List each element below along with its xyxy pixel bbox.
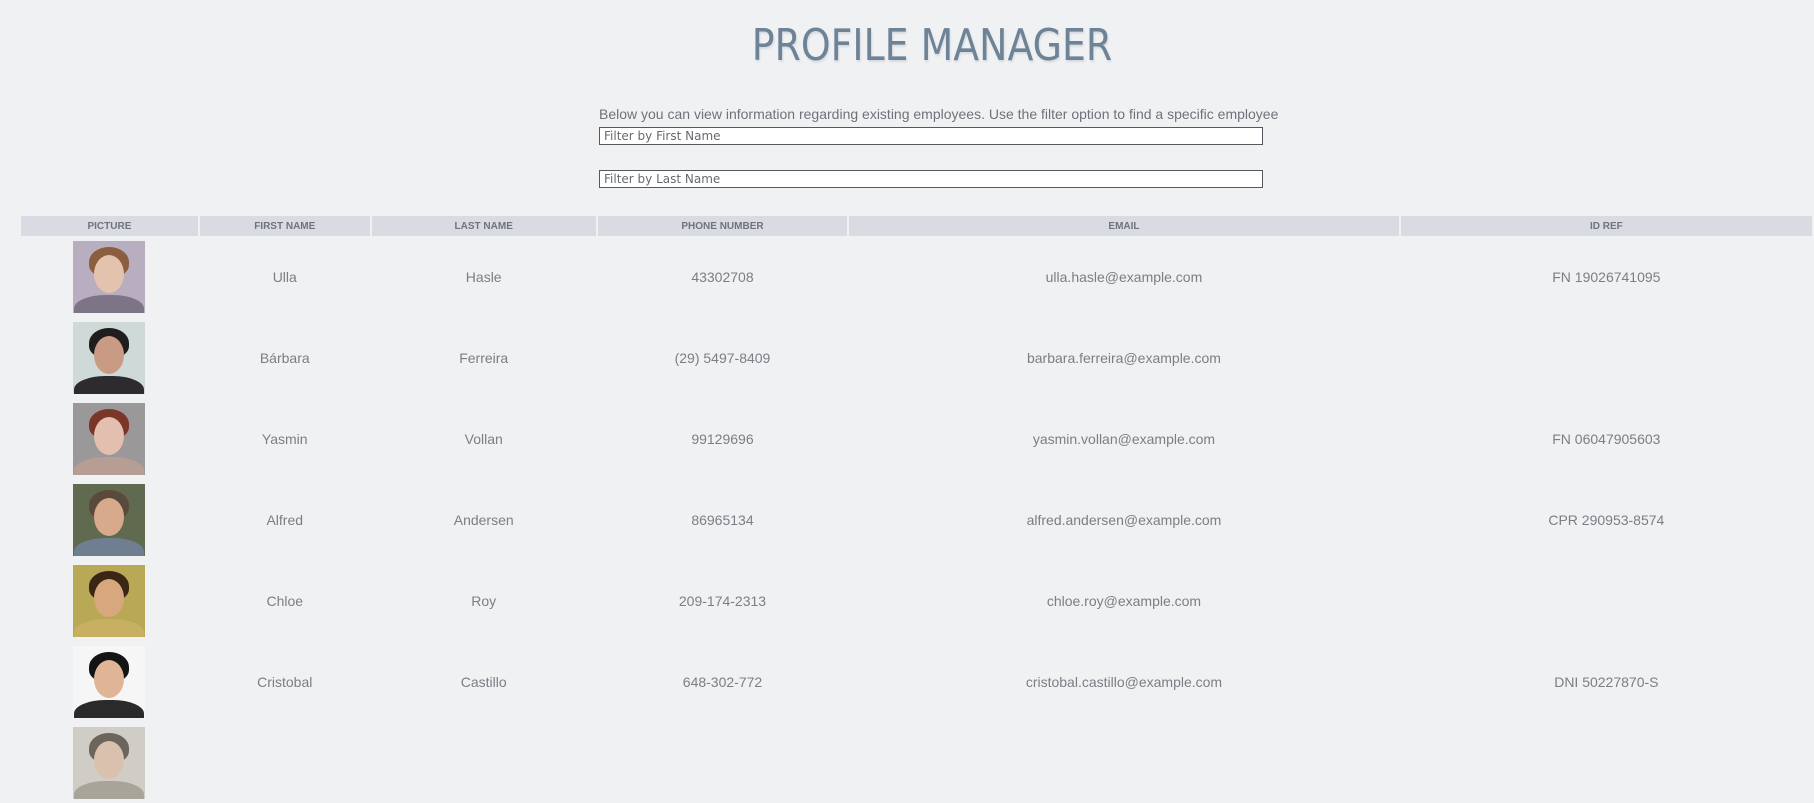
intro-text: Below you can view information regarding… xyxy=(599,106,1279,122)
cell-last-name: Vollan xyxy=(464,430,503,447)
cell-last-name: Andersen xyxy=(453,511,514,528)
avatar-shoulders xyxy=(74,618,145,637)
table-row[interactable]: Cristobal Castillo 648-302-772 cristobal.ca… xyxy=(21,641,1812,722)
cell-phone-number xyxy=(598,722,847,803)
cell-last-name: Hasle xyxy=(465,268,502,285)
avatar-face xyxy=(94,497,125,536)
avatar xyxy=(73,483,146,556)
cell-picture xyxy=(21,479,198,560)
cell-picture xyxy=(21,560,198,641)
table-row[interactable]: Alfred Andersen 86965134 alfred.andersen@ex… xyxy=(21,479,1812,560)
cell-phone-number: 209-174-2313 xyxy=(678,592,767,609)
last-name-filter-input[interactable] xyxy=(599,170,1263,188)
avatar-shoulders xyxy=(74,456,145,475)
cell-phone-number: 86965134 xyxy=(691,511,754,528)
avatar-face xyxy=(94,254,125,293)
column-header-id-ref[interactable]: ID REF xyxy=(1400,216,1812,236)
table-row[interactable]: Chloe Roy 209-174-2313 chloe.roy@example.co… xyxy=(21,560,1812,641)
avatar-shoulders xyxy=(74,780,145,799)
cell-picture xyxy=(21,641,198,722)
cell-email: chloe.roy@example.com xyxy=(1046,592,1202,609)
avatar-shoulders xyxy=(74,537,145,556)
column-header-first-name[interactable]: FIRST NAME xyxy=(199,216,370,236)
avatar-face xyxy=(94,416,125,455)
avatar xyxy=(73,726,146,799)
column-header-email[interactable]: EMAIL xyxy=(849,216,1399,236)
cell-id-ref xyxy=(1401,560,1812,641)
avatar xyxy=(73,645,146,718)
cell-first-name: Ulla xyxy=(272,268,297,285)
page-title: PROFILE MANAGER xyxy=(751,20,1113,71)
cell-id-ref xyxy=(1401,317,1812,398)
cell-picture xyxy=(21,722,198,803)
avatar-face xyxy=(94,578,125,617)
cell-email: ulla.hasle@example.com xyxy=(1045,268,1203,285)
avatar xyxy=(73,402,146,475)
cell-email: cristobal.castillo@example.com xyxy=(1025,673,1223,690)
column-header-last-name[interactable]: LAST NAME xyxy=(371,216,596,236)
cell-email: yasmin.vollan@example.com xyxy=(1032,430,1216,447)
cell-picture xyxy=(21,236,198,317)
cell-first-name: Bárbara xyxy=(259,349,310,366)
cell-id-ref: DNI 50227870-S xyxy=(1554,673,1659,690)
cell-first-name: Alfred xyxy=(266,511,304,528)
cell-id-ref: CPR 290953-8574 xyxy=(1548,511,1665,528)
table-row[interactable] xyxy=(21,722,1812,803)
cell-last-name: Ferreira xyxy=(459,349,509,366)
cell-phone-number: 99129696 xyxy=(691,430,754,447)
table-row[interactable]: Yasmin Vollan 99129696 yasmin.vollan@exampl… xyxy=(21,398,1812,479)
cell-picture xyxy=(21,317,198,398)
avatar-shoulders xyxy=(74,375,145,394)
cell-last-name xyxy=(372,722,596,803)
avatar xyxy=(73,321,146,394)
cell-email: barbara.ferreira@example.com xyxy=(1026,349,1221,366)
cell-picture xyxy=(21,398,198,479)
avatar xyxy=(73,240,146,313)
cell-phone-number: 648-302-772 xyxy=(682,673,763,690)
avatar-face xyxy=(94,335,125,374)
cell-phone-number: 43302708 xyxy=(691,268,754,285)
cell-first-name: Yasmin xyxy=(261,430,308,447)
column-header-picture[interactable]: PICTURE xyxy=(21,216,198,236)
cell-email: alfred.andersen@example.com xyxy=(1026,511,1222,528)
cell-id-ref xyxy=(1401,722,1812,803)
column-header-phone-number[interactable]: PHONE NUMBER xyxy=(597,216,848,236)
cell-phone-number: (29) 5497-8409 xyxy=(674,349,771,366)
table-row[interactable]: Ulla Hasle 43302708 ulla.hasle@example.com F… xyxy=(21,236,1812,317)
cell-first-name: Chloe xyxy=(266,592,304,609)
cell-email xyxy=(849,722,1399,803)
first-name-filter-input[interactable] xyxy=(599,127,1263,145)
employee-table: PICTURE FIRST NAME LAST NAME PHONE NUMBE… xyxy=(19,216,1814,803)
avatar xyxy=(73,564,146,637)
table-header-row: PICTURE FIRST NAME LAST NAME PHONE NUMBE… xyxy=(21,216,1812,236)
cell-first-name xyxy=(200,722,370,803)
avatar-face xyxy=(94,659,125,698)
cell-first-name: Cristobal xyxy=(257,673,313,690)
avatar-shoulders xyxy=(74,294,145,313)
cell-last-name: Roy xyxy=(471,592,497,609)
cell-last-name: Castillo xyxy=(460,673,507,690)
table-row[interactable]: Bárbara Ferreira (29) 5497-8409 barbara.fer… xyxy=(21,317,1812,398)
cell-id-ref: FN 19026741095 xyxy=(1552,268,1661,285)
avatar-face xyxy=(94,740,125,779)
avatar-shoulders xyxy=(74,699,145,718)
cell-id-ref: FN 06047905603 xyxy=(1552,430,1661,447)
